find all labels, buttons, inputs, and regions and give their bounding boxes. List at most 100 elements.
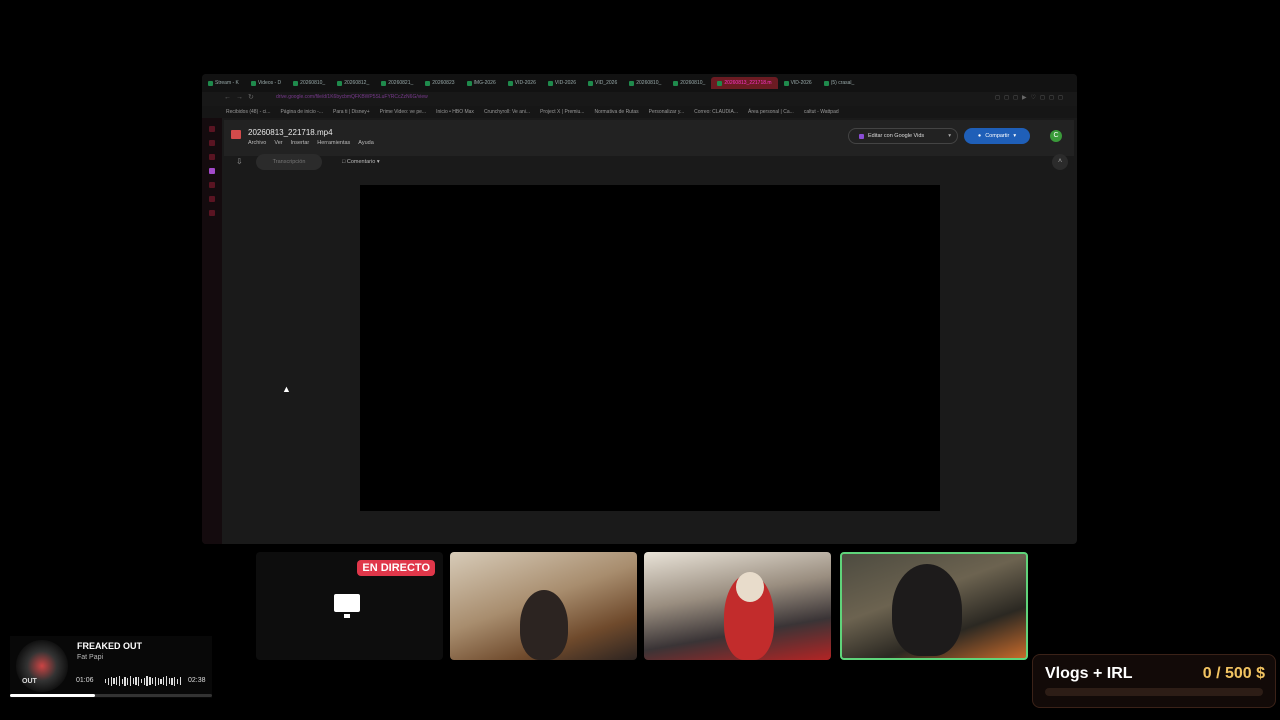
participant-head [736,572,764,602]
menu-ver[interactable]: Ver [274,140,282,146]
track-artist: Fat Papi [77,654,104,661]
drive-toolbar: ⇩ Transcripción □ Comentario ▾ ˄ [224,152,1074,172]
sidebar-app-icon[interactable] [209,210,215,216]
menu-ayuda[interactable]: Ayuda [358,140,374,146]
sidebar-app-icon[interactable] [209,126,215,132]
menu-insertar[interactable]: Insertar [291,140,310,146]
sidebar-app-icon[interactable] [209,196,215,202]
video-file-icon [231,130,241,139]
edit-with-vids-label: Editar con Google Vids [868,133,925,139]
browser-tab[interactable]: VID-2026 [502,77,542,89]
tab-favicon-icon [629,80,635,86]
tab-favicon-icon [293,80,299,86]
tab-label: 20260821_ [388,80,414,86]
live-badge: EN DIRECTO [357,560,435,576]
person-add-icon: ● [977,133,982,139]
browser-tab[interactable]: Videos - D [245,77,287,89]
bookmark-item[interactable]: caltut - Wattpad [804,106,839,118]
tab-favicon-icon [547,80,553,86]
video-player[interactable] [360,185,940,511]
tab-label: 20260812_ [344,80,370,86]
tab-label: 20260810_ [300,80,326,86]
tab-favicon-icon [673,80,679,86]
elapsed-time: 01:06 [76,677,94,684]
browser-tab[interactable]: VID_2026 [582,77,623,89]
track-progress-fill [10,694,95,697]
menu-archivo[interactable]: Archivo [248,140,266,146]
browser-tab[interactable]: VID-2026 [542,77,582,89]
sidebar-app-icon[interactable] [209,168,215,174]
chevron-down-icon: ▾ [1013,133,1017,139]
tab-favicon-icon [588,80,593,86]
sidebar-app-icon[interactable] [209,182,215,188]
track-title: FREAKED OUT [77,641,142,651]
comment-button[interactable]: □ Comentario ▾ [334,154,414,170]
now-playing-widget: OUT FREAKED OUT Fat Papi 01:06 02:38 [10,636,212,698]
bookmark-item[interactable]: Página de inicio -... [280,106,323,118]
bookmarks-bar: Recibidos (48) - ci... Página de inicio … [202,106,1077,118]
tab-label: VID-2026 [790,80,812,86]
tab-label: VID-2026 [514,80,536,86]
browser-tab[interactable]: 20260810_ [667,77,711,89]
edit-with-vids-button[interactable]: Editar con Google Vids ▾ [848,128,958,144]
tab-label: 20260810_ [680,80,706,86]
browser-tab[interactable]: 20260810_ [287,77,331,89]
comment-icon: □ [342,159,346,165]
chevron-down-icon: ▾ [376,159,380,165]
tab-favicon-icon [823,80,829,86]
tab-favicon-icon [466,80,472,86]
browser-tab[interactable]: 20260823 [419,77,460,89]
bookmark-item[interactable]: Crunchyroll: Ve ani... [484,106,530,118]
browser-tab[interactable]: (5) crasal_ [818,77,861,89]
tab-label: 20260813_221718.m [724,80,772,86]
captured-browser-window: Stream - K Videos - D 20260810_ 20260812… [202,74,1077,544]
tab-favicon-icon [337,80,343,86]
monitor-icon [334,594,360,618]
account-avatar[interactable]: C [1050,130,1062,142]
browser-tab[interactable]: Stream - K [202,77,245,89]
browser-tab-active[interactable]: 20260813_221718.m [711,77,778,89]
share-button[interactable]: ● Compartir ▾ [964,128,1030,144]
mouse-cursor-icon: ▲ [282,384,291,394]
sidebar-app-icon[interactable] [209,154,215,160]
extension-icons[interactable]: ◻◻◻▶♡◻◻◻ [995,94,1067,101]
file-title: 20260813_221718.mp4 [248,128,333,137]
bookmark-item[interactable]: Inicio • HBO Max [436,106,474,118]
participant-silhouette [520,590,568,660]
bookmark-item[interactable]: Prime Video: ve pe... [380,106,426,118]
url-field[interactable]: drive.google.com/file/d/1K6bycbmQFKBWP5S… [276,94,428,100]
tab-favicon-icon [425,80,431,86]
nav-arrows-icon[interactable]: ←→↻ [224,93,259,101]
goal-title: Vlogs + IRL [1045,665,1133,682]
comment-label: Comentario [346,159,376,165]
total-time: 02:38 [188,677,206,684]
bookmark-item[interactable]: Área personal | Ca... [748,106,794,118]
webcam-tile [450,552,637,660]
download-icon[interactable]: ⇩ [236,157,243,166]
bookmark-item[interactable]: Correo: CLAUDIA... [694,106,738,118]
drive-header: 20260813_221718.mp4 Archivo Ver Insertar… [224,120,1074,156]
tab-label: VID-2026 [554,80,576,86]
transcript-button[interactable]: Transcripción [256,154,322,170]
tab-label: 20260823 [432,80,455,86]
bookmark-item[interactable]: Para ti | Disney+ [333,106,370,118]
browser-tab[interactable]: 20260821_ [375,77,419,89]
menu-herramientas[interactable]: Herramientas [317,140,350,146]
bookmark-item[interactable]: Project X | Premiu... [540,106,584,118]
browser-tab[interactable]: 20260812_ [331,77,375,89]
browser-tab[interactable]: VID-2026 [778,77,818,89]
browser-tab[interactable]: 20260810_ [623,77,667,89]
goal-progress-bar [1045,688,1263,696]
tab-label: (5) crasal_ [830,80,855,86]
chevron-up-icon[interactable]: ˄ [1052,154,1068,170]
browser-tab[interactable]: IMG-2026 [461,77,502,89]
webcam-tile [644,552,831,660]
tab-label: Videos - D [257,80,282,86]
chevron-down-icon[interactable]: ▾ [948,133,951,139]
bookmark-item[interactable]: Normativa de Rutas [594,106,638,118]
sidebar-app-icon[interactable] [209,140,215,146]
browser-sidebar [202,118,222,544]
bookmark-item[interactable]: Recibidos (48) - ci... [226,106,270,118]
bookmark-item[interactable]: Personalizar y... [649,106,684,118]
tab-label: IMG-2026 [473,80,496,86]
